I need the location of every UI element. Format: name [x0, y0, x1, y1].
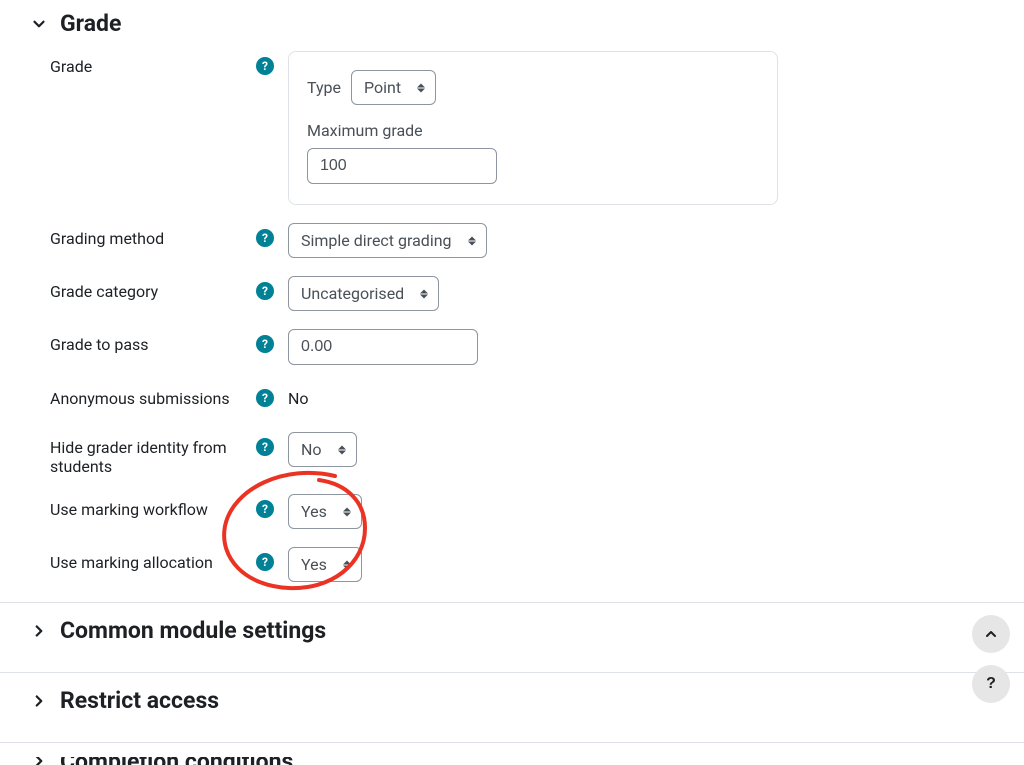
row-anonymous-submissions: Anonymous submissions ? No: [30, 383, 994, 414]
select-grade-category[interactable]: Uncategorised: [288, 276, 439, 311]
input-grade-to-pass[interactable]: [288, 329, 478, 365]
chevron-updown-icon: [420, 289, 428, 298]
row-grading-method: Grading method ? Simple direct grading: [30, 223, 994, 258]
row-hide-grader: Hide grader identity from students ? No: [30, 432, 994, 476]
help-icon[interactable]: ?: [256, 438, 274, 456]
question-icon: ?: [986, 675, 996, 693]
label-max-grade: Maximum grade: [307, 121, 759, 140]
scroll-top-button[interactable]: [972, 615, 1010, 653]
grade-box: Type Point Maximum grade: [288, 51, 778, 205]
floating-buttons: ?: [972, 615, 1010, 703]
section-header-restrict-access[interactable]: Restrict access: [30, 687, 994, 714]
select-grade-category-value: Uncategorised: [301, 284, 404, 303]
help-icon[interactable]: ?: [256, 553, 274, 571]
select-hide-grader[interactable]: No: [288, 432, 357, 467]
chevron-updown-icon: [417, 83, 425, 92]
select-marking-workflow[interactable]: Yes: [288, 494, 362, 529]
help-icon[interactable]: ?: [256, 500, 274, 518]
select-grade-type[interactable]: Point: [351, 70, 436, 105]
label-anonymous-submissions: Anonymous submissions: [50, 389, 250, 408]
help-icon[interactable]: ?: [256, 335, 274, 353]
label-marking-allocation: Use marking allocation: [50, 553, 250, 572]
section-title-grade: Grade: [60, 10, 121, 37]
select-marking-workflow-value: Yes: [301, 502, 327, 521]
section-title-common-module: Common module settings: [60, 617, 326, 644]
chevron-updown-icon: [343, 560, 351, 569]
label-grade-category: Grade category: [50, 282, 250, 301]
section-title-completion-conditions: Completion conditions: [60, 757, 293, 765]
label-grading-method: Grading method: [50, 229, 250, 248]
label-grade: Grade: [50, 57, 250, 76]
label-grade-to-pass: Grade to pass: [50, 335, 250, 354]
row-grade: Grade ? Type Point Maximum grade: [30, 51, 994, 205]
select-marking-allocation-value: Yes: [301, 555, 327, 574]
chevron-updown-icon: [343, 507, 351, 516]
select-marking-allocation[interactable]: Yes: [288, 547, 362, 582]
row-marking-workflow: Use marking workflow ? Yes: [30, 494, 994, 529]
help-icon[interactable]: ?: [256, 229, 274, 247]
help-icon[interactable]: ?: [256, 282, 274, 300]
chevron-right-icon: [30, 757, 48, 765]
input-max-grade[interactable]: [307, 148, 497, 184]
chevron-updown-icon: [338, 445, 346, 454]
select-grading-method-value: Simple direct grading: [301, 231, 452, 250]
chevron-updown-icon: [468, 236, 476, 245]
section-header-grade[interactable]: Grade: [30, 10, 994, 37]
chevron-right-icon: [30, 622, 48, 640]
label-marking-workflow: Use marking workflow: [50, 500, 250, 519]
row-grade-category: Grade category ? Uncategorised: [30, 276, 994, 311]
chevron-up-icon: [983, 626, 999, 642]
select-hide-grader-value: No: [301, 440, 322, 459]
label-grade-type: Type: [307, 78, 341, 97]
section-title-restrict-access: Restrict access: [60, 687, 219, 714]
chevron-right-icon: [30, 692, 48, 710]
help-floating-button[interactable]: ?: [972, 665, 1010, 703]
select-grade-type-value: Point: [364, 78, 401, 97]
chevron-down-icon: [30, 15, 48, 33]
help-icon[interactable]: ?: [256, 389, 274, 407]
section-header-completion-conditions[interactable]: Completion conditions: [30, 757, 994, 765]
select-grading-method[interactable]: Simple direct grading: [288, 223, 487, 258]
value-anonymous-submissions: No: [288, 383, 994, 414]
section-header-common-module[interactable]: Common module settings: [30, 617, 994, 644]
label-hide-grader: Hide grader identity from students: [50, 438, 250, 476]
row-grade-to-pass: Grade to pass ?: [30, 329, 994, 365]
row-marking-allocation: Use marking allocation ? Yes: [30, 547, 994, 582]
help-icon[interactable]: ?: [256, 57, 274, 75]
